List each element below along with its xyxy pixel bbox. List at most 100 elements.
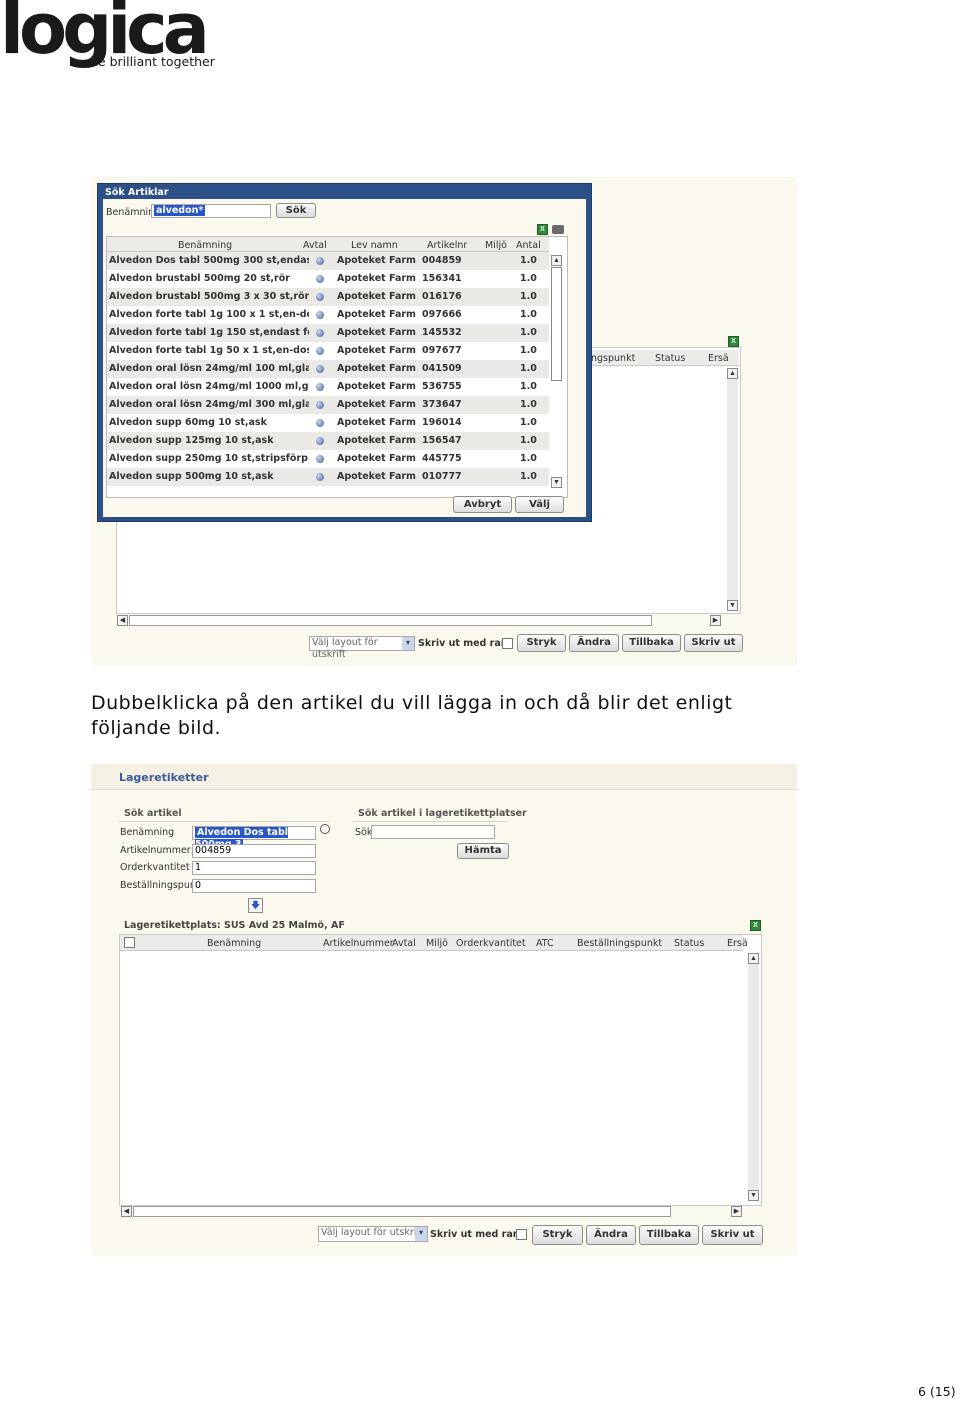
table-row[interactable]: Alvedon oral lösn 24mg/ml 100 ml,glasfl.… <box>107 360 549 378</box>
print-frame-checkbox[interactable] <box>502 638 513 649</box>
row-article-number: 536755 <box>422 381 462 392</box>
scroll-down-icon[interactable]: ▼ <box>748 1190 759 1201</box>
results-scrollbar-thumb[interactable] <box>551 267 562 381</box>
stryk-button[interactable]: Stryk <box>517 634 566 652</box>
tab-lageretiketter[interactable]: Lageretiketter <box>119 771 209 784</box>
table-row[interactable]: Alvedon brustabl 500mg 20 st,rör Apoteket… <box>107 270 549 288</box>
field-input[interactable]: Alvedon Dos tabl 500mg 3 <box>192 826 316 850</box>
chevron-down-icon: ▾ <box>415 1227 427 1241</box>
label-search-input[interactable] <box>371 825 495 839</box>
vertical-scrollbar-track[interactable] <box>727 379 738 600</box>
print-frame-checkbox[interactable] <box>516 1229 527 1240</box>
tillbaka-button[interactable]: Tillbaka <box>622 634 681 652</box>
column-header: ATC <box>536 938 554 949</box>
stryk-button[interactable]: Stryk <box>532 1225 583 1245</box>
table-row[interactable]: Alvedon forte tabl 1g 150 st,endast för … <box>107 324 549 342</box>
column-header: Miljö <box>426 938 448 949</box>
scroll-up-icon[interactable]: ▲ <box>551 255 562 266</box>
logo-tagline: be brilliant together <box>90 54 215 69</box>
table-row[interactable]: Alvedon oral lösn 24mg/ml 1000 ml,glasfl… <box>107 378 549 396</box>
background-column-header: ngspunkt <box>591 353 636 364</box>
scroll-left-icon[interactable]: ◀ <box>121 1206 132 1217</box>
andra-button[interactable]: Ändra <box>586 1225 636 1245</box>
scroll-up-icon[interactable]: ▲ <box>748 953 759 964</box>
field-value: 1 <box>195 862 202 873</box>
andra-button[interactable]: Ändra <box>569 634 619 652</box>
row-article-number: 041509 <box>422 363 462 374</box>
row-quantity: 1.0 <box>520 471 537 482</box>
scroll-down-icon[interactable]: ▼ <box>551 477 562 488</box>
table-row[interactable]: Alvedon Dos tabl 500mg 300 st,endast fö.… <box>107 252 549 270</box>
search-article-section-title: Sök artikel <box>124 808 182 819</box>
row-article-number: 156341 <box>422 273 462 284</box>
row-name: Alvedon brustabl 500mg 3 x 30 st,rör <box>109 291 309 302</box>
row-name: Alvedon supp 125mg 10 st,ask <box>109 435 274 446</box>
column-header: Status <box>674 938 705 949</box>
table-row[interactable]: Alvedon supp 500mg 10 st,ask Apoteket Far… <box>107 468 549 486</box>
table-row[interactable]: Alvedon supp 125mg 10 st,ask Apoteket Far… <box>107 432 549 450</box>
row-name: Alvedon supp 500mg 10 st,ask <box>109 471 274 482</box>
table-row[interactable]: Alvedon forte tabl 1g 100 x 1 st,en-dosf… <box>107 306 549 324</box>
layout-select[interactable]: Välj layout för utskrift ▾ <box>318 1226 428 1242</box>
agreement-icon <box>316 419 324 427</box>
table-row[interactable]: Alvedon oral lösn 24mg/ml 300 ml,glasfl.… <box>107 396 549 414</box>
row-name: Alvedon forte tabl 1g 50 x 1 st,en-dosfö… <box>109 345 309 356</box>
field-input[interactable]: 004859 <box>192 843 316 858</box>
cancel-button[interactable]: Avbryt <box>453 496 512 513</box>
row-supplier: Apoteket Farm... <box>337 291 417 302</box>
horizontal-scrollbar-thumb[interactable] <box>129 615 652 626</box>
background-column-header: Status <box>655 353 686 364</box>
table-row[interactable]: Alvedon supp 250mg 10 st,stripsförp. Apot… <box>107 450 549 468</box>
select-all-checkbox[interactable] <box>124 937 135 948</box>
table-row[interactable]: Alvedon brustabl 500mg 3 x 30 st,rör Apot… <box>107 288 549 306</box>
field-input[interactable]: 1 <box>192 861 316 875</box>
row-supplier: Apoteket Farm... <box>337 381 417 392</box>
excel-export-icon[interactable]: X <box>750 920 761 931</box>
layout-select[interactable]: Välj layout för utskrift ▾ <box>309 636 415 660</box>
printer-icon[interactable] <box>552 225 564 234</box>
page-number: 6 (15) <box>918 1384 956 1399</box>
column-header: Miljö <box>485 240 507 251</box>
agreement-icon <box>316 257 324 265</box>
scroll-left-icon[interactable]: ◀ <box>117 615 128 626</box>
scroll-down-icon[interactable]: ▼ <box>727 600 738 611</box>
excel-export-icon[interactable]: X <box>537 224 548 235</box>
row-name: Alvedon Dos tabl 500mg 300 st,endast fö.… <box>109 255 309 266</box>
search-input[interactable]: alvedon* <box>151 204 271 218</box>
scroll-right-icon[interactable]: ▶ <box>731 1206 742 1217</box>
row-quantity: 1.0 <box>520 399 537 410</box>
row-quantity: 1.0 <box>520 345 537 356</box>
column-header: Artikelnr <box>427 240 468 251</box>
row-article-number: 196014 <box>422 417 462 428</box>
section-divider <box>119 821 329 822</box>
caption-line-2: följande bild. <box>91 717 222 739</box>
row-name: Alvedon oral lösn 24mg/ml 100 ml,glasfl. <box>109 363 309 374</box>
field-input[interactable]: 0 <box>192 878 316 893</box>
tillbaka-button[interactable]: Tillbaka <box>639 1225 699 1245</box>
skriv-ut-button[interactable]: Skriv ut <box>702 1225 763 1245</box>
column-header: Artikelnummer <box>323 938 394 949</box>
table-row[interactable]: Alvedon supp 60mg 10 st,ask Apoteket Farm… <box>107 414 549 432</box>
horizontal-scrollbar-thumb[interactable] <box>133 1206 671 1217</box>
select-button[interactable]: Välj <box>515 496 564 513</box>
row-article-number: 156547 <box>422 435 462 446</box>
search-articles-dialog: Sök Artiklar Benämning alvedon* Sök X Be… <box>97 183 592 522</box>
fetch-button[interactable]: Hämta <box>457 843 509 859</box>
row-supplier: Apoteket Farm... <box>337 345 417 356</box>
column-header: Benämning <box>207 938 262 949</box>
row-supplier: Apoteket Farm... <box>337 309 417 320</box>
scroll-right-icon[interactable]: ▶ <box>710 615 721 626</box>
vertical-scrollbar-track[interactable] <box>748 964 759 1190</box>
magnifier-icon[interactable] <box>320 824 330 834</box>
column-header: Avtal <box>303 240 327 251</box>
add-down-button[interactable]: 🡇 <box>248 898 263 913</box>
skriv-ut-button[interactable]: Skriv ut <box>684 634 743 652</box>
field-value: 004859 <box>195 844 232 856</box>
scroll-up-icon[interactable]: ▲ <box>727 368 738 379</box>
table-row[interactable]: Alvedon forte tabl 1g 50 x 1 st,en-dosfö… <box>107 342 549 360</box>
search-button[interactable]: Sök <box>276 203 316 218</box>
agreement-icon <box>316 311 324 319</box>
excel-export-icon[interactable]: X <box>728 336 739 347</box>
row-quantity: 1.0 <box>520 327 537 338</box>
print-frame-label: Skriv ut med ram <box>430 1229 523 1240</box>
